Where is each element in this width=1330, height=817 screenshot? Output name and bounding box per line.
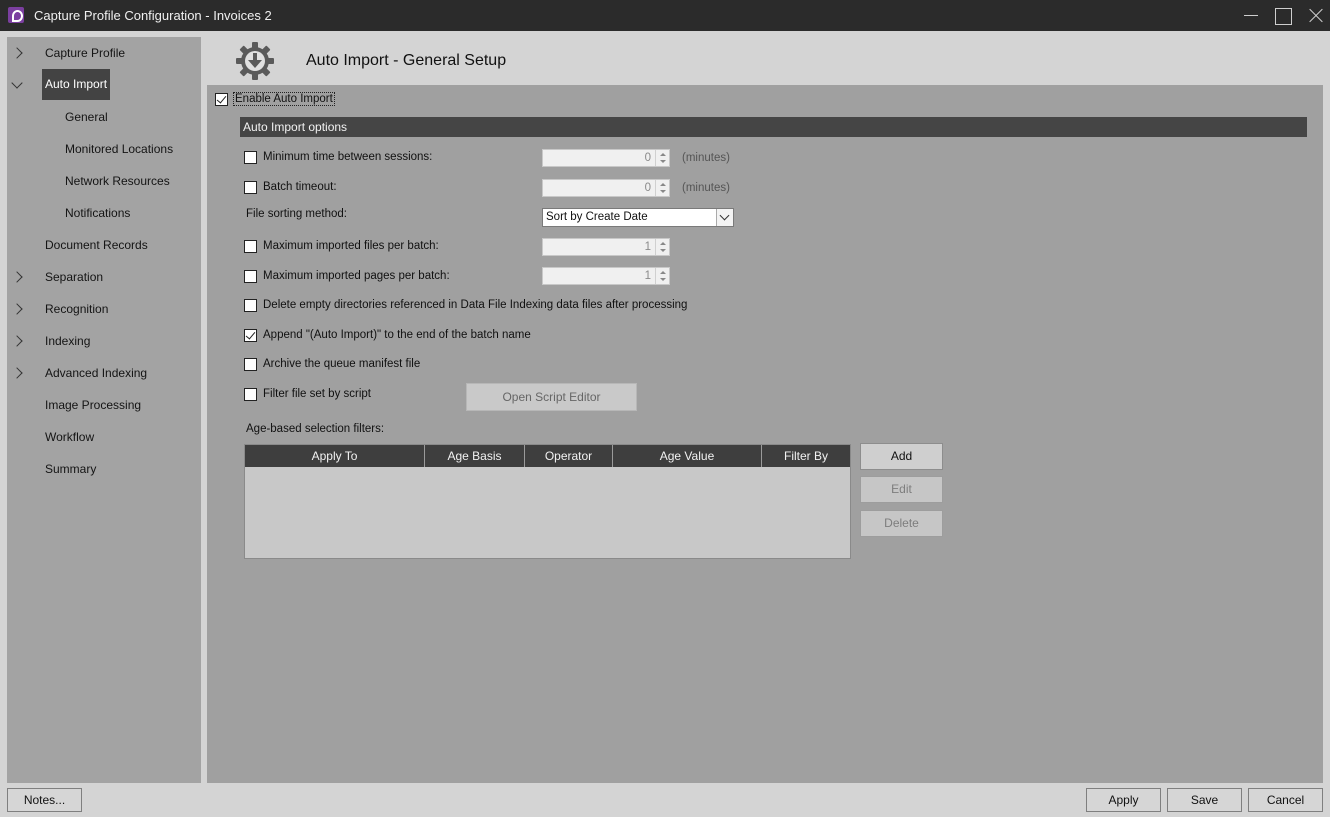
min-time-label: Minimum time between sessions:: [263, 151, 433, 163]
archive-manifest-checkbox[interactable]: [244, 358, 257, 371]
sidebar-item-indexing[interactable]: Indexing: [45, 325, 90, 357]
batch-timeout-value: 0: [644, 182, 651, 194]
max-files-label: Maximum imported files per batch:: [263, 240, 439, 252]
add-filter-button[interactable]: Add: [860, 443, 943, 470]
column-operator[interactable]: Operator: [525, 445, 613, 467]
filter-script-label: Filter file set by script: [263, 388, 371, 400]
max-pages-value: 1: [644, 270, 651, 282]
batch-timeout-checkbox[interactable]: [244, 181, 257, 194]
sidebar-item-image-processing[interactable]: Image Processing: [45, 389, 141, 421]
chevron-down-icon[interactable]: [716, 209, 733, 226]
page-title: Auto Import - General Setup: [306, 52, 507, 69]
sorting-dropdown[interactable]: Sort by Create Date: [542, 208, 734, 227]
delete-filter-button[interactable]: Delete: [860, 510, 943, 537]
settings-panel: Enable Auto Import Auto Import options M…: [207, 85, 1323, 783]
sidebar-item-capture-profile[interactable]: Capture Profile: [45, 37, 125, 69]
batch-timeout-unit: (minutes): [682, 182, 730, 194]
spinner-arrows-icon[interactable]: [655, 150, 669, 166]
sidebar-item-separation[interactable]: Separation: [45, 261, 103, 293]
batch-timeout-stepper[interactable]: 0: [542, 179, 670, 197]
sidebar-item-general[interactable]: General: [65, 101, 108, 133]
column-age-basis[interactable]: Age Basis: [425, 445, 525, 467]
spinner-arrows-icon[interactable]: [655, 180, 669, 196]
enable-auto-import-label[interactable]: Enable Auto Import: [233, 92, 335, 106]
app-logo-icon: [8, 7, 24, 23]
open-script-editor-button[interactable]: Open Script Editor: [466, 383, 637, 411]
close-icon[interactable]: [1298, 0, 1330, 31]
enable-auto-import-checkbox[interactable]: [215, 93, 228, 106]
max-files-stepper[interactable]: 1: [542, 238, 670, 256]
apply-button[interactable]: Apply: [1086, 788, 1161, 812]
column-apply-to[interactable]: Apply To: [245, 445, 425, 467]
sorting-value: Sort by Create Date: [546, 211, 648, 223]
sidebar-item-monitored-locations[interactable]: Monitored Locations: [65, 133, 173, 165]
edit-filter-button[interactable]: Edit: [860, 476, 943, 503]
sidebar-item-auto-import[interactable]: Auto Import: [42, 69, 111, 100]
gear-download-icon: [236, 42, 274, 80]
sidebar-item-summary[interactable]: Summary: [45, 453, 96, 485]
chevron-right-icon[interactable]: [11, 335, 23, 347]
filter-script-checkbox[interactable]: [244, 388, 257, 401]
min-time-stepper[interactable]: 0: [542, 149, 670, 167]
sidebar-item-advanced-indexing[interactable]: Advanced Indexing: [45, 357, 147, 389]
table-header: Apply To Age Basis Operator Age Value Fi…: [245, 445, 850, 467]
max-pages-label: Maximum imported pages per batch:: [263, 270, 450, 282]
notes-button[interactable]: Notes...: [7, 788, 82, 812]
append-name-checkbox[interactable]: [244, 329, 257, 342]
min-time-value: 0: [644, 152, 651, 164]
spinner-arrows-icon[interactable]: [655, 268, 669, 284]
chevron-right-icon[interactable]: [11, 367, 23, 379]
sidebar-item-workflow[interactable]: Workflow: [45, 421, 94, 453]
sidebar-item-notifications[interactable]: Notifications: [65, 197, 130, 229]
max-pages-stepper[interactable]: 1: [542, 267, 670, 285]
append-name-label: Append "(Auto Import)" to the end of the…: [263, 329, 531, 341]
sidebar-nav: Capture Profile Auto Import General Moni…: [7, 37, 201, 783]
chevron-right-icon[interactable]: [11, 303, 23, 315]
chevron-right-icon[interactable]: [11, 47, 23, 59]
title-bar: Capture Profile Configuration - Invoices…: [0, 0, 1330, 31]
age-filters-label: Age-based selection filters:: [246, 423, 385, 435]
age-filters-table[interactable]: Apply To Age Basis Operator Age Value Fi…: [244, 444, 851, 559]
column-age-value[interactable]: Age Value: [613, 445, 762, 467]
sidebar-item-recognition[interactable]: Recognition: [45, 293, 108, 325]
delete-empty-label: Delete empty directories referenced in D…: [263, 299, 688, 311]
chevron-right-icon[interactable]: [11, 271, 23, 283]
page-header: Auto Import - General Setup: [207, 37, 1323, 85]
spinner-arrows-icon[interactable]: [655, 239, 669, 255]
cancel-button[interactable]: Cancel: [1248, 788, 1323, 812]
window-title: Capture Profile Configuration - Invoices…: [34, 8, 272, 23]
maximize-icon[interactable]: [1266, 0, 1298, 31]
chevron-down-icon[interactable]: [11, 77, 23, 89]
min-time-checkbox[interactable]: [244, 151, 257, 164]
archive-manifest-label: Archive the queue manifest file: [263, 358, 421, 370]
column-filter-by[interactable]: Filter By: [762, 445, 850, 467]
minimize-icon[interactable]: [1234, 0, 1266, 31]
batch-timeout-label: Batch timeout:: [263, 181, 337, 193]
sidebar-item-network-resources[interactable]: Network Resources: [65, 165, 170, 197]
section-header: Auto Import options: [240, 117, 1307, 137]
sidebar-item-document-records[interactable]: Document Records: [45, 229, 148, 261]
max-files-value: 1: [644, 241, 651, 253]
delete-empty-checkbox[interactable]: [244, 299, 257, 312]
max-pages-checkbox[interactable]: [244, 270, 257, 283]
save-button[interactable]: Save: [1167, 788, 1242, 812]
sorting-label: File sorting method:: [246, 208, 347, 220]
max-files-checkbox[interactable]: [244, 240, 257, 253]
min-time-unit: (minutes): [682, 152, 730, 164]
